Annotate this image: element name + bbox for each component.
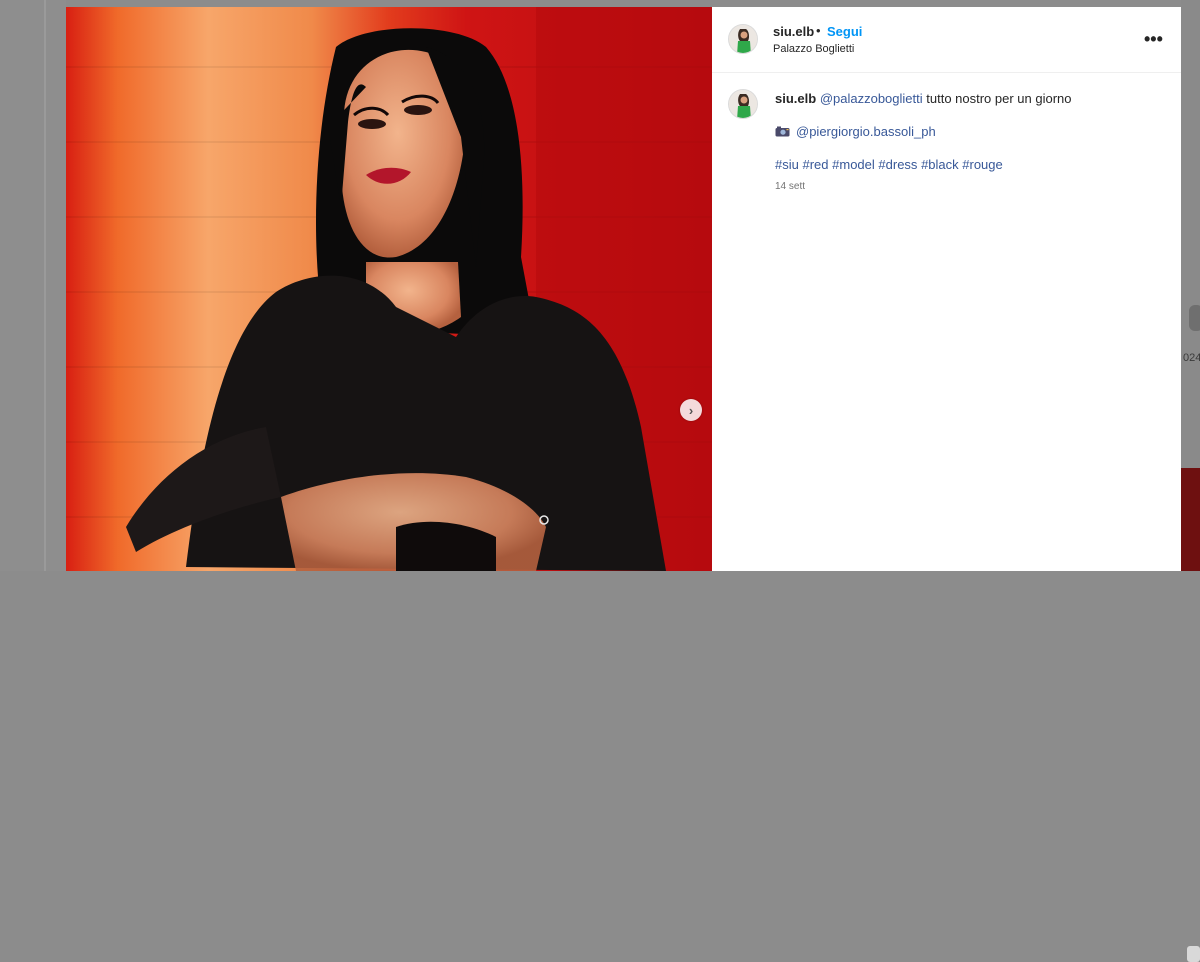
author-username[interactable]: siu.elb (773, 24, 814, 39)
next-photo-button[interactable]: › (680, 399, 702, 421)
caption-credit-line: @piergiorgio.bassoli_ph (775, 124, 936, 139)
hashtag-link[interactable]: #dress (878, 157, 917, 172)
hashtag-link[interactable]: #red (802, 157, 828, 172)
backdrop-partial-number: 024 (1183, 352, 1200, 364)
post-side-panel: siu.elb • Segui Palazzo Boglietti ••• si… (712, 7, 1181, 571)
hashtag-link[interactable]: #rouge (962, 157, 1002, 172)
caption-username[interactable]: siu.elb (775, 91, 816, 106)
follow-button[interactable]: Segui (827, 24, 862, 39)
hashtag-link[interactable]: #siu (775, 157, 799, 172)
photo-image (66, 7, 712, 571)
avatar-image (729, 90, 757, 118)
chevron-right-icon: › (688, 402, 694, 418)
camera-icon (775, 126, 790, 137)
more-options-icon[interactable]: ••• (1144, 29, 1163, 50)
avatar-image (729, 25, 757, 53)
backdrop-left (0, 0, 66, 571)
hashtag-link[interactable]: #model (832, 157, 875, 172)
post-photo[interactable]: › (66, 7, 712, 571)
author-avatar[interactable] (728, 24, 758, 54)
photographer-mention-link[interactable]: @piergiorgio.bassoli_ph (796, 124, 936, 139)
caption-text: tutto nostro per un giorno (922, 91, 1072, 106)
post-timestamp[interactable]: 14 sett (775, 181, 805, 192)
hashtag-link[interactable]: #black (921, 157, 959, 172)
backdrop-right: 024 (1181, 0, 1200, 962)
separator-dot: • (816, 23, 821, 38)
caption-avatar[interactable] (728, 89, 758, 119)
location-link[interactable]: Palazzo Boglietti (773, 43, 854, 55)
post-modal: › siu.elb • Segui Palazzo Boglietti ••• (66, 7, 1181, 571)
post-header: siu.elb • Segui Palazzo Boglietti ••• (712, 7, 1181, 73)
backdrop-thumbnail[interactable] (1181, 468, 1200, 962)
caption-text-line: siu.elb @palazzoboglietti tutto nostro p… (775, 91, 1072, 106)
backdrop-thumbnail-badge (1187, 946, 1200, 962)
backdrop-divider (44, 0, 46, 571)
backdrop-arrow-button[interactable] (1189, 305, 1200, 331)
mention-link[interactable]: @palazzoboglietti (820, 91, 923, 106)
hashtag-line: #siu #red #model #dress #black #rouge (775, 157, 1003, 172)
